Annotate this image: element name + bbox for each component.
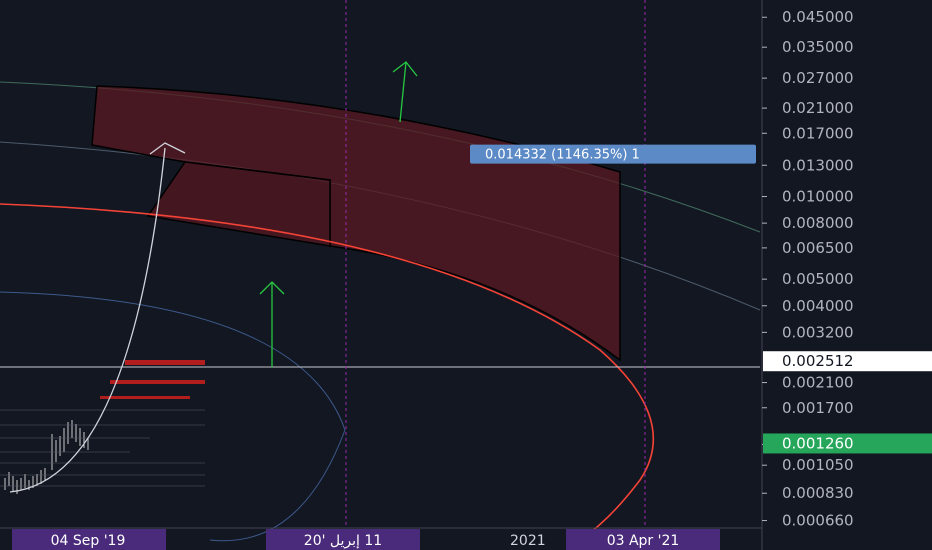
resistance-bar — [100, 396, 190, 399]
price-badge-label: 0.001260 — [782, 434, 854, 452]
x-label-date: 04 Sep '19 — [51, 533, 126, 549]
y-tick-label: 0.004000 — [782, 297, 854, 315]
resistance-bar — [110, 380, 205, 384]
chart-canvas: 0.045000 0.035000 0.027000 0.021000 0.017000… — [0, 0, 932, 550]
x-label-year: 2021 — [510, 533, 546, 549]
target-callout-label: 0.014332 (1146.35%) 1 — [485, 148, 640, 163]
x-label-date: 03 Apr '21 — [607, 533, 680, 549]
y-tick-label: 0.006500 — [782, 239, 854, 257]
y-tick-label: 0.010000 — [782, 188, 854, 206]
y-tick-label: 0.002100 — [782, 374, 854, 392]
resistance-bar — [125, 360, 205, 365]
y-tick-label: 0.003200 — [782, 323, 854, 341]
y-tick-label: 0.008000 — [782, 214, 854, 232]
y-tick-label: 0.013000 — [782, 156, 854, 174]
y-tick-label: 0.035000 — [782, 38, 854, 56]
y-tick-label: 0.000660 — [782, 512, 854, 530]
time-axis: 2020 2021 04 Sep '19 11 إبريل '20 03 Apr… — [12, 529, 720, 550]
y-tick-label: 0.021000 — [782, 99, 854, 117]
x-label-date: 11 إبريل '20 — [304, 533, 382, 549]
price-badge-label: 0.002512 — [782, 352, 854, 370]
y-tick-label: 0.005000 — [782, 270, 854, 288]
y-tick-label: 0.001050 — [782, 456, 854, 474]
y-tick-label: 0.000830 — [782, 484, 854, 502]
y-tick-label: 0.001700 — [782, 399, 854, 417]
y-tick-label: 0.027000 — [782, 69, 854, 87]
target-price-callout: 0.014332 (1146.35%) 1 — [470, 144, 756, 164]
y-tick-label: 0.017000 — [782, 124, 854, 142]
y-tick-label: 0.045000 — [782, 8, 854, 26]
